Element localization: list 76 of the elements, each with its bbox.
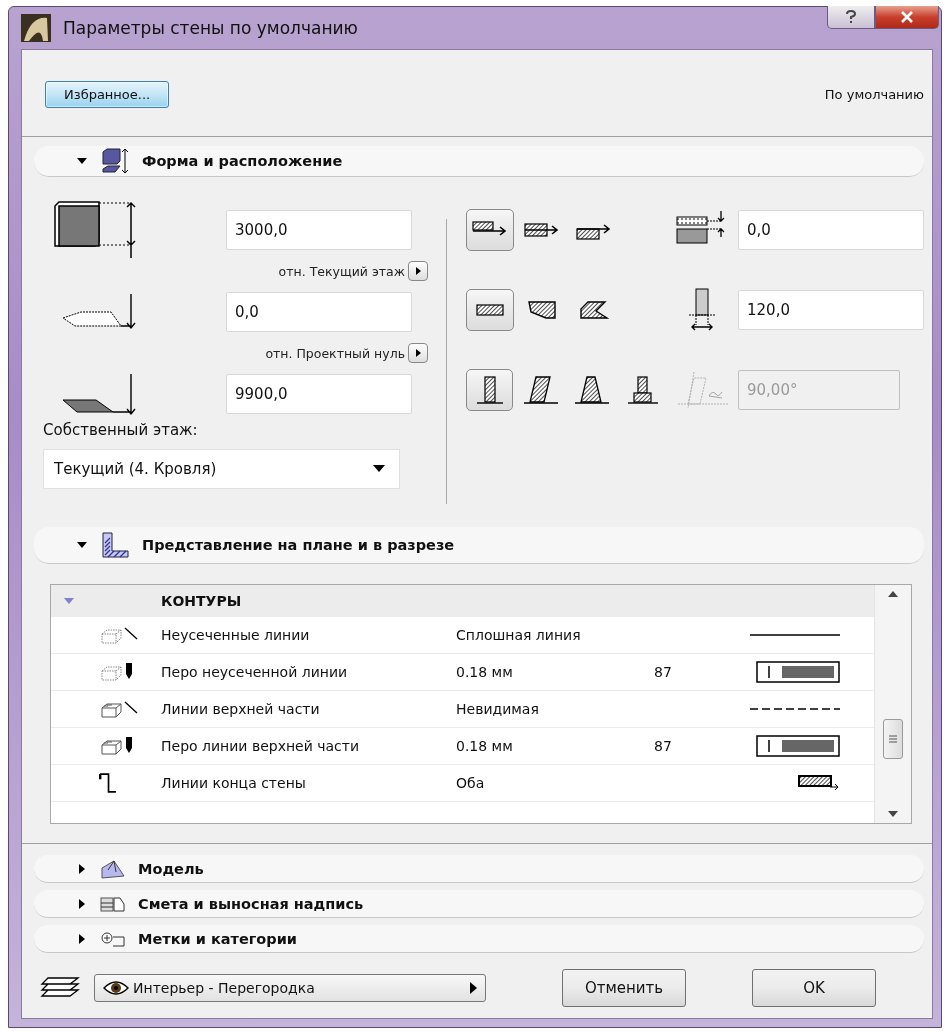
arrow-button[interactable] <box>408 343 428 363</box>
eye-icon <box>103 980 129 996</box>
plan-section-icon <box>100 531 130 559</box>
setting-value: Сплошная линия <box>456 627 582 643</box>
ok-button[interactable]: OK <box>752 969 876 1007</box>
polygonal-wall-icon <box>579 300 609 320</box>
window-title: Параметры стены по умолчанию <box>63 18 358 38</box>
height-field[interactable]: 3000,0 <box>226 210 412 250</box>
default-label: По умолчанию <box>824 86 924 102</box>
settings-row[interactable]: Линии конца стены Оба <box>51 765 874 802</box>
complex-wall-icon <box>625 375 660 405</box>
close-icon <box>900 11 914 23</box>
option-button[interactable] <box>466 289 514 331</box>
slanted-wall-icon <box>521 375 560 405</box>
straight-wall-icon <box>475 303 505 317</box>
option-button[interactable] <box>466 369 513 411</box>
section-title: Представление на плане и в разрезе <box>142 537 455 553</box>
cancel-button[interactable]: Отменить <box>562 969 686 1007</box>
wall-end-icon <box>99 773 117 793</box>
close-button[interactable] <box>875 6 939 29</box>
setting-value: Оба <box>456 775 486 791</box>
reference-label: отн. Текущий этаж <box>278 263 405 279</box>
help-icon <box>846 10 856 24</box>
group-row[interactable]: КОНТУРЫ <box>51 585 874 617</box>
section-header[interactable]: Форма и расположение <box>34 146 924 177</box>
scroll-down-icon <box>888 811 898 817</box>
home-story-dropdown[interactable]: Текущий (4. Кровля) <box>43 449 400 489</box>
settings-row[interactable]: Перо неусеченной линии 0.18 мм 87 <box>51 654 874 691</box>
option-button[interactable] <box>466 209 514 251</box>
setting-value: Невидимая <box>456 701 540 717</box>
setting-name: Перо неусеченной линии <box>161 664 349 680</box>
dropdown-arrow-icon <box>373 465 385 473</box>
help-button[interactable] <box>827 6 875 29</box>
layer-name: Интерьер - Перегородка <box>133 980 316 996</box>
favorites-button[interactable]: Избранное... <box>45 80 170 108</box>
section-header[interactable]: Метки и категории <box>34 925 924 953</box>
angle-icon <box>676 370 728 410</box>
section-header[interactable]: Представление на плане и в разрезе <box>34 527 924 564</box>
arrow-icon <box>414 266 422 276</box>
tapered-wall-icon <box>572 375 611 405</box>
thickness-field[interactable]: 120,0 <box>738 290 924 330</box>
setting-value: 0.18 мм <box>456 664 514 680</box>
pen-number: 87 <box>654 738 673 754</box>
scroll-thumb[interactable] <box>883 719 903 759</box>
settings-row[interactable]: Неусеченные линии Сплошная линия <box>51 617 874 654</box>
section-title: Метки и категории <box>138 930 298 947</box>
offset-field[interactable]: 0,0 <box>738 210 924 250</box>
wall-shape-icon <box>100 147 130 175</box>
model-icon <box>100 857 126 880</box>
section-title: Форма и расположение <box>142 153 343 169</box>
arrow-icon <box>414 348 422 358</box>
setting-name: Перо линии верхней части <box>161 738 361 754</box>
settings-row[interactable]: Перо линии верхней части 0.18 мм 87 <box>51 728 874 765</box>
app-logo-icon <box>21 14 51 42</box>
section-header[interactable]: Модель <box>34 855 924 883</box>
section-title: Смета и выносная надпись <box>138 895 364 912</box>
base-offset-field[interactable]: 0,0 <box>226 292 412 332</box>
section-header[interactable]: Смета и выносная надпись <box>34 890 924 918</box>
section-title: Модель <box>138 860 204 877</box>
setting-name: Линии верхней части <box>161 701 321 717</box>
scroll-up-icon <box>888 591 898 597</box>
setting-name: Линии конца стены <box>161 775 307 791</box>
arrow-button[interactable] <box>408 261 428 281</box>
thickness-icon <box>687 287 717 333</box>
submenu-arrow-icon <box>470 982 477 994</box>
elevation-field[interactable]: 9900,0 <box>226 374 412 414</box>
grip-icon <box>889 735 897 743</box>
setting-name: Неусеченные линии <box>161 627 311 643</box>
home-story-label: Собственный этаж: <box>43 421 199 439</box>
setting-value: 0.18 мм <box>456 738 514 754</box>
wall-end-preview <box>798 775 840 791</box>
trapezoid-wall-icon <box>527 300 557 320</box>
layer-dropdown[interactable]: Интерьер - Перегородка <box>94 974 486 1002</box>
settings-row[interactable]: Линии верхней части Невидимая <box>51 691 874 728</box>
reference-label: отн. Проектный нуль <box>265 345 405 361</box>
pen-number: 87 <box>654 664 673 680</box>
